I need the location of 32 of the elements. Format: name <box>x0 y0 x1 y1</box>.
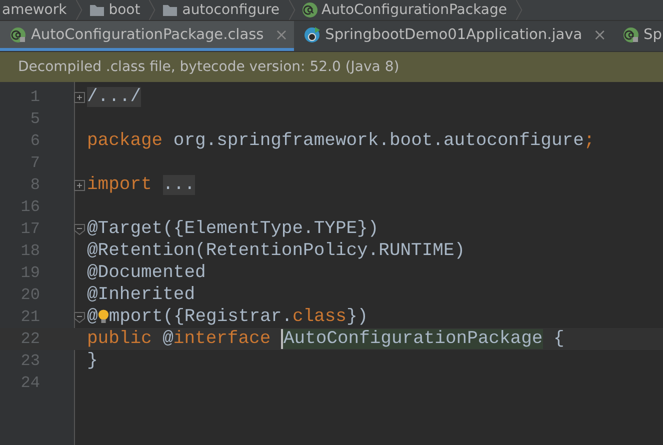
breadcrumb-item[interactable]: boot <box>104 2 144 18</box>
annotation-icon <box>622 26 638 42</box>
chevron-icon <box>288 0 296 20</box>
code-line: } <box>87 351 98 371</box>
code-line: @Retention(RetentionPolicy.RUNTIME) <box>87 241 466 261</box>
editor-tab[interactable]: AutoConfigurationPackage.class × <box>0 21 294 51</box>
chevron-icon <box>74 0 83 20</box>
close-icon[interactable]: × <box>593 25 606 44</box>
code-line: @Inherited <box>87 285 196 305</box>
code-line: @Target({ElementType.TYPE}) <box>87 219 379 239</box>
collapse-fold-icon[interactable] <box>74 224 85 234</box>
chevron-icon <box>515 0 524 20</box>
editor-tab[interactable]: SpringbootDemo01Application.java × <box>294 21 612 51</box>
code-line: @Documented <box>87 263 206 283</box>
lightbulb-icon[interactable] <box>98 308 109 326</box>
code-line: @ mport({Registrar.class}) <box>87 307 368 327</box>
chevron-icon <box>148 0 156 20</box>
code-line: public @interface AutoConfigurationPackage { <box>87 329 564 349</box>
editor-tab[interactable]: Sp <box>612 21 663 51</box>
collapse-fold-icon[interactable] <box>74 312 85 322</box>
folder-icon <box>88 2 105 18</box>
code-line: package org.springframework.boot.autoconfigure; <box>87 131 595 151</box>
folder-icon <box>162 2 178 18</box>
breadcrumb-item[interactable]: autoconfigure <box>178 2 284 18</box>
expand-fold-icon[interactable] <box>74 92 85 102</box>
class-run-icon <box>304 26 320 42</box>
breadcrumb-item[interactable]: AutoConfigurationPackage <box>318 2 512 18</box>
code-line: import ... <box>87 175 196 195</box>
notification-text: Decompiled .class file, bytecode version: 52.0 (Java 8) <box>18 59 400 75</box>
expand-fold-icon[interactable] <box>74 180 85 190</box>
breadcrumb-item[interactable]: amework <box>0 2 71 18</box>
annotation-icon <box>10 26 26 42</box>
